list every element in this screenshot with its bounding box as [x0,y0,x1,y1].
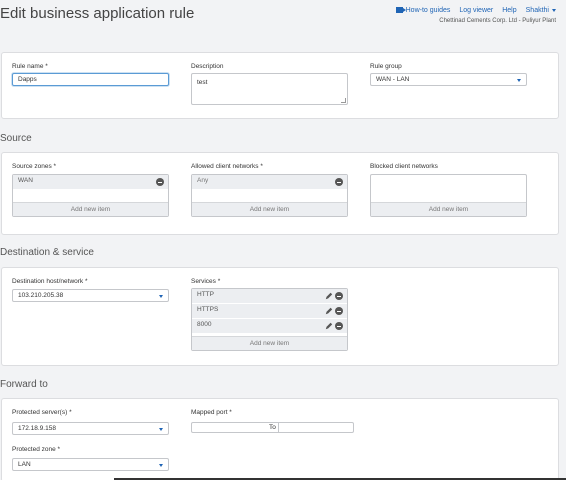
protected-zone-label: Protected zone * [12,446,61,453]
list-item[interactable]: HTTPS [192,304,347,319]
list-item-label: HTTP [197,291,214,298]
destination-host-select[interactable]: 103.210.205.38 [12,289,169,302]
source-zones-list: WAN Add new item [12,174,169,217]
remove-icon[interactable] [335,322,343,330]
list-item[interactable]: HTTP [192,289,347,304]
add-new-item-button[interactable]: Add new item [13,202,168,216]
forward-card: Protected server(s) * 172.18.9.158 Mappe… [1,398,559,480]
list-item[interactable]: WAN [13,175,168,190]
blocked-networks-label: Blocked client networks [370,163,438,170]
rule-name-label: Rule name * [12,63,48,70]
remove-icon[interactable] [335,307,343,315]
chevron-down-icon [552,8,556,12]
description-value: test [197,79,208,86]
rule-card: Rule name * Dapps Description test Rule … [1,52,559,119]
pencil-icon[interactable] [325,322,333,330]
add-new-item-button[interactable]: Add new item [192,202,347,216]
top-nav: How-to guides Log viewer Help Shakthi [395,7,556,14]
list-item[interactable]: Any [192,175,347,190]
pencil-icon[interactable] [325,292,333,300]
video-icon [395,7,406,14]
user-menu[interactable]: Shakthi [526,7,556,14]
list-item[interactable]: 8000 [192,319,347,334]
forward-section-title: Forward to [0,379,48,390]
source-section-title: Source [0,133,32,144]
protected-server-select[interactable]: 172.18.9.158 [12,422,169,435]
mapped-port-range: To [191,422,354,433]
description-label: Description [191,63,224,70]
list-item-label: 8000 [197,321,212,328]
rule-name-input[interactable]: Dapps [12,73,169,86]
mapped-port-label: Mapped port * [191,409,232,416]
protected-zone-select[interactable]: LAN [12,458,169,471]
source-zones-label: Source zones * [12,163,57,170]
add-new-item-button[interactable]: Add new item [371,202,526,216]
log-viewer-link[interactable]: Log viewer [459,7,493,14]
list-item-label: WAN [18,177,33,184]
remove-icon[interactable] [335,178,343,186]
remove-icon[interactable] [335,292,343,300]
port-to-label: To [269,424,276,431]
remove-icon[interactable] [156,178,164,186]
rule-group-label: Rule group [370,63,402,70]
user-name: Shakthi [525,7,549,14]
port-to-input[interactable] [278,423,354,432]
list-item-label: HTTPS [197,306,219,313]
services-label: Services * [191,278,221,285]
how-to-label: How-to guides [405,7,451,14]
destination-section-title: Destination & service [0,247,94,258]
destination-host-label: Destination host/network * [12,278,88,285]
destination-card: Destination host/network * 103.210.205.3… [1,267,559,366]
description-textarea[interactable]: test [191,73,348,105]
how-to-guides-link[interactable]: How-to guides [395,7,451,14]
port-from-input[interactable] [192,423,268,432]
allowed-networks-label: Allowed client networks * [191,163,263,170]
rule-group-select[interactable]: WAN - LAN [370,73,527,86]
list-item-label: Any [197,177,209,184]
organization-name: Chettinad Cements Corp. Ltd - Puliyur Pl… [439,18,556,24]
resize-handle-icon[interactable] [341,98,346,103]
protected-server-label: Protected server(s) * [12,409,72,416]
services-list: HTTP HTTPS 8000 Add new item [191,288,348,351]
page-title: Edit business application rule [0,5,195,22]
source-card: Source zones * WAN Add new item Allowed … [1,152,559,235]
help-link[interactable]: Help [502,7,516,14]
add-new-item-button[interactable]: Add new item [192,336,347,350]
blocked-networks-list: Add new item [370,174,527,217]
pencil-icon[interactable] [325,307,333,315]
allowed-networks-list: Any Add new item [191,174,348,217]
